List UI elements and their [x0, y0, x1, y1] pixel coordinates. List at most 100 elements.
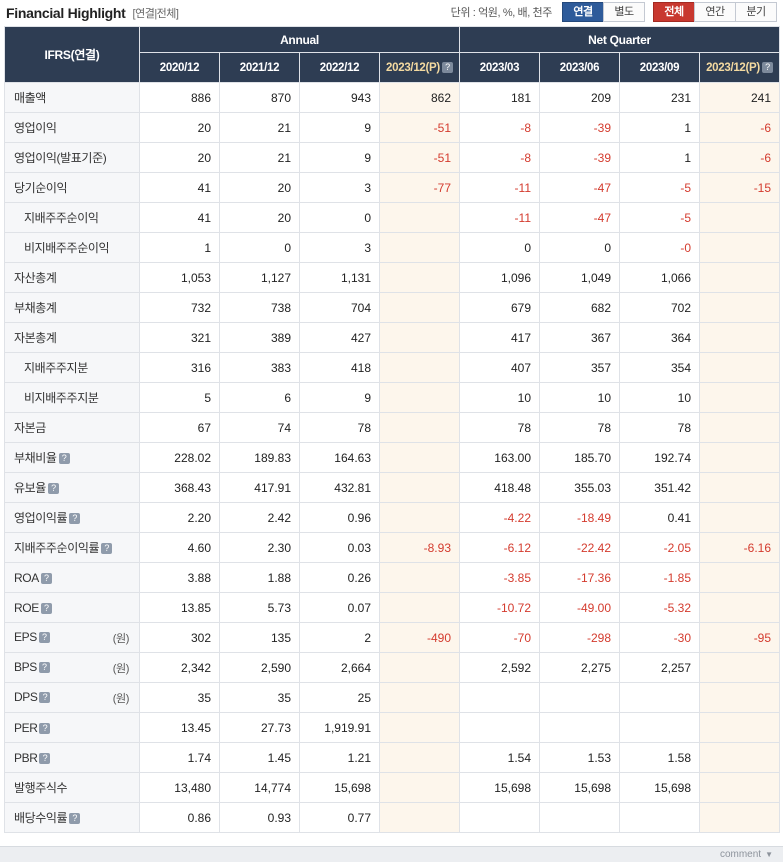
row-label: BPS? (원)	[4, 652, 140, 683]
help-icon[interactable]: ?	[39, 722, 51, 734]
table-cell: 364	[619, 322, 700, 353]
table-cell: -4.22	[459, 502, 540, 533]
table-cell	[379, 322, 460, 353]
help-icon[interactable]: ?	[39, 691, 51, 703]
table-cell: 67	[139, 412, 220, 443]
help-icon[interactable]: ?	[58, 453, 70, 465]
help-icon[interactable]: ?	[38, 661, 50, 673]
table-cell: 2,257	[619, 652, 700, 683]
chevron-down-icon[interactable]: ▼	[765, 850, 773, 859]
table-cell: 0.26	[299, 562, 380, 593]
table-cell: 241	[698, 82, 781, 113]
table-cell	[379, 292, 460, 323]
row-label: 부채총계	[4, 292, 140, 323]
table-cell	[379, 262, 460, 293]
table-cell: 1	[139, 232, 220, 263]
toggle-consolidated[interactable]: 연결	[562, 2, 604, 22]
row-label-text: BPS	[14, 659, 37, 674]
row-label-text: 비지배주주순이익	[24, 241, 110, 255]
table-cell: 228.02	[139, 442, 220, 473]
table-cell: 2,664	[299, 652, 380, 683]
table-cell: 1	[619, 112, 700, 143]
row-label: 지배주주순이익률?	[4, 532, 140, 563]
table-cell: 732	[139, 292, 220, 323]
table-cell: 15,698	[459, 772, 540, 803]
help-icon[interactable]: ?	[39, 752, 51, 764]
table-cell: 418	[299, 352, 380, 383]
group-header-annual: Annual	[139, 26, 460, 53]
row-label: 당기순이익	[4, 172, 140, 203]
corner-header: IFRS(연결)	[4, 26, 140, 83]
table-cell	[459, 802, 540, 833]
row-unit-label: (원)	[112, 662, 130, 675]
table-cell: 0	[459, 232, 540, 263]
toggle-separate[interactable]: 별도	[603, 2, 645, 22]
table-cell: 870	[219, 82, 300, 113]
table-cell: 15,698	[299, 772, 380, 803]
row-label-text: 영업이익률	[14, 511, 68, 525]
table-cell: 0.41	[619, 502, 700, 533]
help-icon[interactable]: ?	[69, 813, 81, 825]
table-cell: 209	[539, 82, 620, 113]
table-cell	[379, 682, 460, 713]
help-icon[interactable]: ?	[40, 572, 52, 584]
toggle-quarterly[interactable]: 분기	[735, 2, 777, 22]
help-icon[interactable]: ?	[69, 513, 81, 525]
table-cell: 78	[539, 412, 620, 443]
row-label: EPS? (원)	[4, 622, 140, 653]
table-cell	[379, 382, 460, 413]
table-cell: 1	[619, 142, 700, 173]
table-cell: 704	[299, 292, 380, 323]
table-row: PBR? 1.74 1.45 1.21 1.54 1.53 1.58	[4, 742, 781, 773]
table-cell	[698, 262, 781, 293]
table-cell	[698, 652, 781, 683]
table-cell: 9	[299, 142, 380, 173]
column-header-2021-12: 2021/12	[219, 52, 300, 83]
table-cell: -6.12	[459, 532, 540, 563]
table-cell	[459, 712, 540, 743]
table-row: BPS? (원) 2,342 2,590 2,664 2,592 2,275 2,257	[4, 652, 781, 683]
comment-label[interactable]: comment	[720, 849, 761, 860]
row-label: 자본금	[4, 412, 140, 443]
table-cell	[698, 202, 781, 233]
row-label: 발행주식수	[4, 772, 140, 803]
help-icon[interactable]: ?	[47, 483, 59, 495]
header-controls: 단위 : 억원, %, 배, 천주 연결 별도 전체 연간 분기	[451, 2, 777, 22]
table-row: 지배주주순이익률? 4.60 2.30 0.03 -8.93 -6.12 -22.42 -2.…	[4, 532, 781, 563]
table-cell: 738	[219, 292, 300, 323]
row-label-text: 부채총계	[14, 301, 57, 315]
row-label: PBR?	[4, 742, 140, 773]
table-cell	[698, 382, 781, 413]
table-cell: -39	[539, 112, 620, 143]
table-cell: -5.32	[619, 592, 700, 623]
table-cell: 15,698	[539, 772, 620, 803]
table-row: 자본총계 321 389 427 417 367 364	[4, 322, 781, 353]
help-icon[interactable]: ?	[101, 543, 113, 555]
row-label-text: 비지배주주지분	[24, 391, 99, 405]
table-row: 지배주주지분 316 383 418 407 357 354	[4, 352, 781, 383]
toggle-all-periods[interactable]: 전체	[653, 2, 695, 22]
table-row: 부채총계 732 738 704 679 682 702	[4, 292, 781, 323]
row-label-text: 유보율	[14, 481, 46, 495]
table-cell: 41	[139, 202, 220, 233]
row-label: 부채비율?	[4, 442, 140, 473]
table-cell: -49.00	[539, 592, 620, 623]
table-cell: -95	[698, 622, 781, 653]
table-cell: -47	[539, 172, 620, 203]
table-cell	[698, 232, 781, 263]
table-cell: 20	[219, 202, 300, 233]
help-icon[interactable]: ?	[761, 61, 773, 73]
table-cell: 1,919.91	[299, 712, 380, 743]
table-cell: 20	[139, 142, 220, 173]
table-cell	[539, 802, 620, 833]
help-icon[interactable]: ?	[441, 61, 453, 73]
help-icon[interactable]: ?	[40, 602, 52, 614]
table-cell: 9	[299, 112, 380, 143]
help-icon[interactable]: ?	[38, 631, 50, 643]
table-cell: 2.30	[219, 532, 300, 563]
table-cell: 35	[139, 682, 220, 713]
toggle-annual[interactable]: 연간	[694, 2, 736, 22]
table-cell: 3	[299, 172, 380, 203]
financial-highlight-page: Financial Highlight [연결|전체] 단위 : 억원, %, …	[0, 0, 783, 862]
table-cell: 2.20	[139, 502, 220, 533]
